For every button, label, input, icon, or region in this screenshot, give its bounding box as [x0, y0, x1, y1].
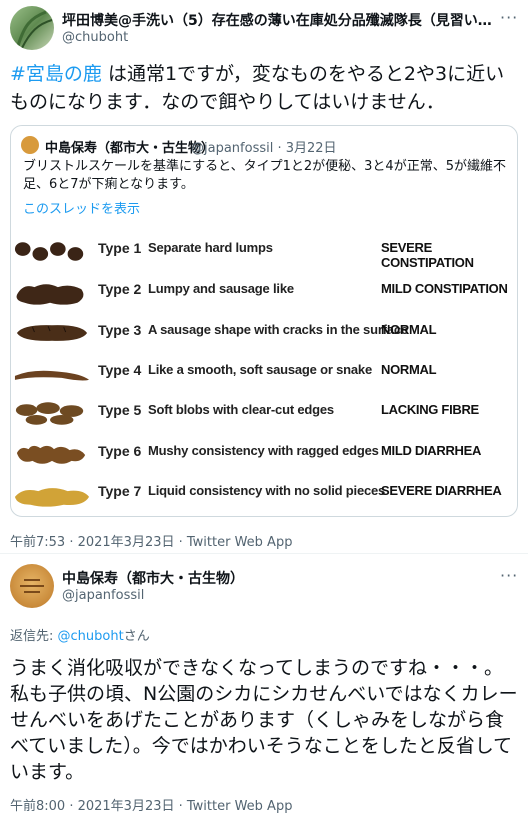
chart-type-label: Type 2 — [98, 281, 142, 297]
chart-status: MILD CONSTIPATION — [381, 281, 508, 296]
chart-description: Separate hard lumps — [148, 240, 273, 255]
quote-meta: @japanfossil · 3月22日 — [191, 141, 337, 156]
chart-status: SEVERE CONSTIPATION — [381, 240, 474, 270]
chart-status: NORMAL — [381, 362, 437, 377]
quote-text: ブリストルスケールを基準にすると、タイプ1と2が便秘、3と4が正常、5が繊維不足… — [23, 159, 506, 192]
chart-status: LACKING FIBRE — [381, 402, 479, 417]
tweet-text: #宮島の鹿 は通常1ですが，変なものをやると2や3に近いものになります．なので餌… — [10, 60, 520, 116]
reply-author-handle[interactable]: @japanfossil — [62, 588, 144, 603]
chart-row: Type 3 A sausage shape with cracks in the… — [11, 314, 517, 354]
stool-illustration — [16, 284, 84, 305]
tweet-timestamp[interactable]: 午前7:53 · 2021年3月23日 · Twitter Web App — [10, 531, 292, 550]
reply-author-name[interactable]: 中島保寿（都市大・古生物） — [62, 568, 362, 588]
chart-row: Type 4 Like a smooth, soft sausage or sna… — [11, 354, 517, 394]
chart-status: NORMAL — [381, 322, 437, 337]
show-thread-link[interactable]: このスレッドを表示 — [23, 198, 140, 217]
chart-type-label: Type 4 — [98, 362, 142, 378]
avatar[interactable] — [10, 6, 54, 50]
more-icon[interactable]: ··· — [500, 8, 518, 27]
stool-illustration — [14, 370, 90, 381]
chart-type-label: Type 1 — [98, 240, 142, 256]
stool-illustration — [14, 242, 84, 261]
reply-text: うまく消化吸収ができなくなってしまうのですね・・・。私も子供の頃、N公園のシカに… — [10, 657, 518, 783]
chart-description: Soft blobs with clear-cut edges — [148, 402, 334, 417]
reply-more-icon[interactable]: ··· — [500, 566, 518, 585]
chart-description: Liquid consistency with no solid pieces — [148, 483, 386, 498]
quote-author-name: 中島保寿（都市大・古生物） — [45, 141, 215, 156]
reply-avatar[interactable] — [10, 564, 54, 608]
chart-row: Type 7 Liquid consistency with no solid p… — [11, 475, 517, 515]
chart-description: A sausage shape with cracks in the surfa… — [148, 322, 408, 337]
quoted-tweet[interactable]: 中島保寿（都市大・古生物） @japanfossil · 3月22日 ブリストル… — [10, 125, 518, 517]
reply-target-link[interactable]: @chuboht — [58, 629, 124, 644]
chart-type-label: Type 5 — [98, 402, 142, 418]
reply-prefix: 返信先: — [10, 629, 58, 644]
reply-timestamp[interactable]: 午前8:00 · 2021年3月23日 · Twitter Web App — [10, 795, 292, 814]
chart-row: Type 1 Separate hard lumps SEVERE CONSTIPA… — [11, 232, 517, 272]
stool-illustration — [16, 325, 88, 341]
quote-avatar — [21, 136, 39, 154]
stool-illustration — [16, 445, 86, 464]
chart-description: Lumpy and sausage like — [148, 281, 294, 296]
chart-row: Type 6 Mushy consistency with ragged edge… — [11, 435, 517, 475]
stool-illustration — [14, 488, 90, 507]
author-name[interactable]: 坪田博美@手洗い（5）存在感の薄い在庫処分品殲滅隊長（見習い… — [62, 10, 492, 30]
divider — [0, 553, 528, 554]
author-handle[interactable]: @chuboht — [62, 30, 128, 45]
chart-type-label: Type 3 — [98, 322, 142, 338]
chart-type-label: Type 6 — [98, 443, 142, 459]
chart-description: Mushy consistency with ragged edges — [148, 443, 379, 458]
reply-suffix: さん — [123, 629, 150, 644]
reply-to: 返信先: @chubohtさん — [10, 625, 150, 644]
chart-description: Like a smooth, soft sausage or snake — [148, 362, 372, 377]
hashtag-link[interactable]: #宮島の鹿 — [10, 63, 102, 85]
chart-row: Type 2 Lumpy and sausage like MILD CONSTIP… — [11, 273, 517, 313]
chart-type-label: Type 7 — [98, 483, 142, 499]
chart-status: SEVERE DIARRHEA — [381, 483, 502, 498]
chart-row: Type 5 Soft blobs with clear-cut edges LAC… — [11, 394, 517, 434]
chart-status: MILD DIARRHEA — [381, 443, 482, 458]
stool-illustration — [15, 402, 84, 425]
